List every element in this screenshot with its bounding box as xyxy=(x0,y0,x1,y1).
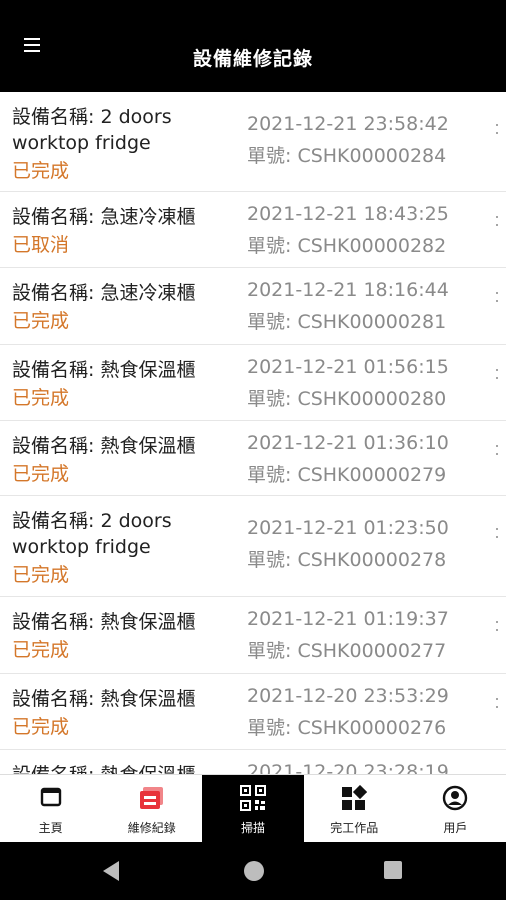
grid-icon xyxy=(341,784,368,814)
list-item[interactable]: 設備名稱: 熱食保溫櫃 已完成 2021-12-21 01:36:10 單號: … xyxy=(0,421,506,496)
status-text: 已完成 xyxy=(12,310,70,332)
order-number: 單號: CSHK00000277 xyxy=(247,640,447,662)
more-icon[interactable] xyxy=(494,615,500,637)
equipment-name: 設備名稱: 急速冷凍櫃 xyxy=(12,282,196,304)
calendar-icon xyxy=(40,785,62,810)
qr-code-icon xyxy=(240,785,266,814)
tab-completed-works[interactable]: 完工作品 xyxy=(304,775,405,842)
tab-label: 主頁 xyxy=(38,821,63,835)
equipment-name: 設備名稱: 熱食保溫櫃 xyxy=(12,762,238,774)
tab-user[interactable]: 用戶 xyxy=(405,775,506,842)
bottom-tab-bar: 主頁 維修紀錄 掃描 完工作品 用戶 xyxy=(0,774,506,842)
records-icon xyxy=(137,785,167,816)
more-icon[interactable] xyxy=(494,439,500,461)
tab-label: 完工作品 xyxy=(330,821,379,835)
order-number: 單號: CSHK00000279 xyxy=(247,464,447,486)
equipment-name: 設備名稱: 熱食保溫櫃 xyxy=(12,611,196,633)
tab-records[interactable]: 維修紀錄 xyxy=(101,775,202,842)
list-item[interactable]: 設備名稱: 2 doors worktop fridge 已完成 2021-12… xyxy=(0,496,506,597)
more-icon[interactable] xyxy=(494,522,500,544)
order-number: 單號: CSHK00000284 xyxy=(247,145,447,167)
order-number: 單號: CSHK00000278 xyxy=(247,549,447,571)
back-icon[interactable] xyxy=(103,861,119,881)
status-text: 已完成 xyxy=(12,639,70,661)
system-nav-bar xyxy=(0,842,506,900)
status-text: 已完成 xyxy=(12,463,70,485)
equipment-name: 設備名稱: 熱食保溫櫃 xyxy=(12,688,196,710)
record-datetime: 2021-12-21 01:36:10 xyxy=(247,432,449,454)
more-icon[interactable] xyxy=(494,692,500,714)
tab-label: 維修紀錄 xyxy=(127,821,176,835)
record-datetime: 2021-12-21 18:16:44 xyxy=(247,279,449,301)
tab-label: 掃描 xyxy=(241,821,266,835)
record-datetime: 2021-12-21 23:58:42 xyxy=(247,113,449,135)
home-icon[interactable] xyxy=(244,861,264,881)
page-title: 設備維修記錄 xyxy=(192,48,313,70)
equipment-name: 設備名稱: 熱食保溫櫃 xyxy=(12,359,196,381)
more-icon[interactable] xyxy=(494,363,500,385)
record-datetime: 2021-12-20 23:53:29 xyxy=(247,685,449,707)
status-text: 已完成 xyxy=(12,716,70,738)
records-list[interactable]: 設備名稱: 2 doors worktop fridge 已完成 2021-12… xyxy=(0,92,506,774)
equipment-name: 設備名稱: 2 doors worktop fridge xyxy=(12,510,172,558)
record-datetime: 2021-12-21 01:23:50 xyxy=(247,517,449,539)
user-icon xyxy=(442,785,468,814)
list-item[interactable]: 設備名稱: 熱食保溫櫃 已完成 2021-12-21 01:19:37 單號: … xyxy=(0,597,506,674)
tab-home[interactable]: 主頁 xyxy=(0,775,101,842)
status-text: 已完成 xyxy=(12,564,70,586)
record-datetime: 2021-12-20 23:28:19 xyxy=(247,761,449,774)
equipment-name: 設備名稱: 熱食保溫櫃 xyxy=(12,435,196,457)
record-datetime: 2021-12-21 18:43:25 xyxy=(247,203,449,225)
record-datetime: 2021-12-21 01:56:15 xyxy=(247,356,449,378)
list-item[interactable]: 設備名稱: 急速冷凍櫃 已取消 2021-12-21 18:43:25 單號: … xyxy=(0,192,506,268)
more-icon[interactable] xyxy=(494,210,500,232)
tab-label: 用戶 xyxy=(443,821,468,835)
list-item[interactable]: 設備名稱: 熱食保溫櫃 已完成 2021-12-20 23:53:29 單號: … xyxy=(0,674,506,750)
order-number: 單號: CSHK00000276 xyxy=(247,717,447,739)
recent-apps-icon[interactable] xyxy=(384,861,402,879)
app-bar: 設備維修記錄 xyxy=(0,0,506,92)
list-item[interactable]: 設備名稱: 2 doors worktop fridge 已完成 2021-12… xyxy=(0,92,506,192)
status-text: 已取消 xyxy=(12,234,70,256)
order-number: 單號: CSHK00000281 xyxy=(247,311,447,333)
more-icon[interactable] xyxy=(494,286,500,308)
list-item[interactable]: 設備名稱: 急速冷凍櫃 已完成 2021-12-21 18:16:44 單號: … xyxy=(0,268,506,345)
equipment-name: 設備名稱: 2 doors worktop fridge xyxy=(12,106,172,154)
order-number: 單號: CSHK00000280 xyxy=(247,388,447,410)
order-number: 單號: CSHK00000282 xyxy=(247,235,447,257)
more-icon[interactable] xyxy=(494,118,500,140)
list-item[interactable]: 設備名稱: 熱食保溫櫃 已完成 2021-12-21 01:56:15 單號: … xyxy=(0,345,506,421)
status-text: 已完成 xyxy=(12,387,70,409)
tab-scan[interactable]: 掃描 xyxy=(202,775,304,842)
status-text: 已完成 xyxy=(12,160,70,182)
equipment-name: 設備名稱: 急速冷凍櫃 xyxy=(12,206,196,228)
list-item[interactable]: 設備名稱: 熱食保溫櫃 2021-12-20 23:28:19 xyxy=(0,750,506,774)
record-datetime: 2021-12-21 01:19:37 xyxy=(247,608,449,630)
